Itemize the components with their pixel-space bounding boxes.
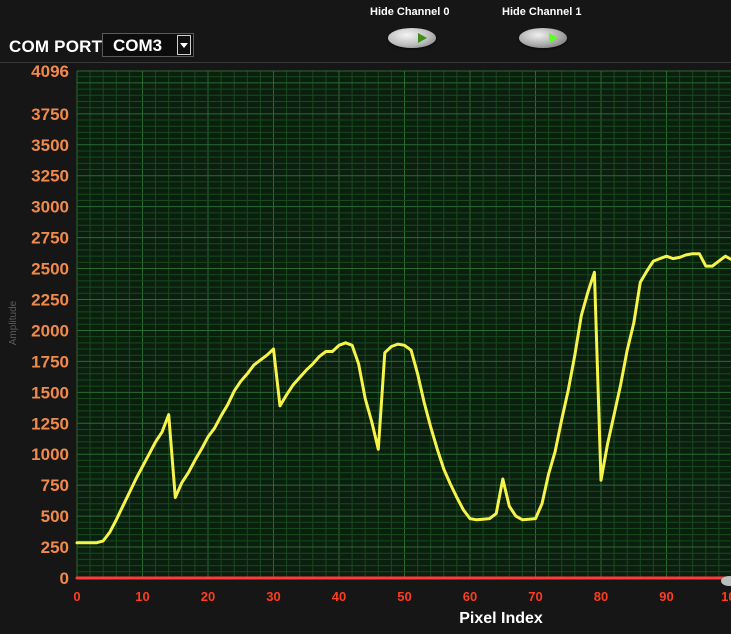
y-tick-label: 500 (41, 507, 69, 526)
hide-channel-1-toggle[interactable] (519, 28, 567, 48)
waveform-graph: 0 250 500 750 1000 1250 1500 1750 2000 2250 2500 27… (0, 62, 731, 634)
x-tick-label: 20 (201, 589, 215, 604)
x-tick-label: 100 (721, 589, 731, 604)
dropdown-arrow-icon[interactable] (177, 35, 191, 55)
x-tick-label: 30 (266, 589, 280, 604)
y-tick-label: 1000 (31, 445, 69, 464)
x-tick-label: 0 (73, 589, 80, 604)
com-port-label: COM PORT (9, 37, 103, 56)
y-axis-label: Amplitude (8, 300, 19, 345)
x-tick-label: 40 (332, 589, 346, 604)
hide-channel-0-label: Hide Channel 0 (370, 6, 450, 18)
y-tick-label: 3750 (31, 105, 69, 124)
led-indicator-icon (418, 33, 427, 43)
y-tick-label: 1250 (31, 414, 69, 433)
x-axis-label: Pixel Index (459, 610, 543, 627)
y-tick-label: 750 (41, 476, 69, 495)
y-tick-label: 3000 (31, 198, 69, 217)
x-tick-label: 90 (659, 589, 673, 604)
y-tick-label: 1750 (31, 352, 69, 371)
hide-channel-0-toggle[interactable] (388, 28, 436, 48)
y-tick-label: 2000 (31, 321, 69, 340)
hide-channel-1-label: Hide Channel 1 (502, 6, 582, 18)
y-tick-label: 0 (60, 569, 69, 588)
x-tick-label: 50 (397, 589, 411, 604)
y-tick-label: 2500 (31, 260, 69, 279)
y-tick-label: 2250 (31, 290, 69, 309)
y-tick-label: 3500 (31, 136, 69, 155)
x-tick-label: 80 (594, 589, 608, 604)
led-indicator-icon (549, 33, 558, 43)
x-tick-label: 60 (463, 589, 477, 604)
y-tick-label: 1500 (31, 383, 69, 402)
top-toolbar: COM PORT COM3 Hide Channel 0 Hide Channe… (0, 0, 731, 62)
com-port-select[interactable]: COM3 (102, 33, 194, 57)
waveform-chart: 0250500750100012501500175020002250250027… (8, 63, 731, 627)
y-tick-label: 3250 (31, 167, 69, 186)
y-tick-label: 250 (41, 538, 69, 557)
x-tick-label: 70 (528, 589, 542, 604)
y-tick-label: 4096 (31, 63, 69, 81)
y-tick-label: 2750 (31, 229, 69, 248)
com-port-value: COM3 (113, 36, 163, 55)
x-tick-label: 10 (135, 589, 149, 604)
